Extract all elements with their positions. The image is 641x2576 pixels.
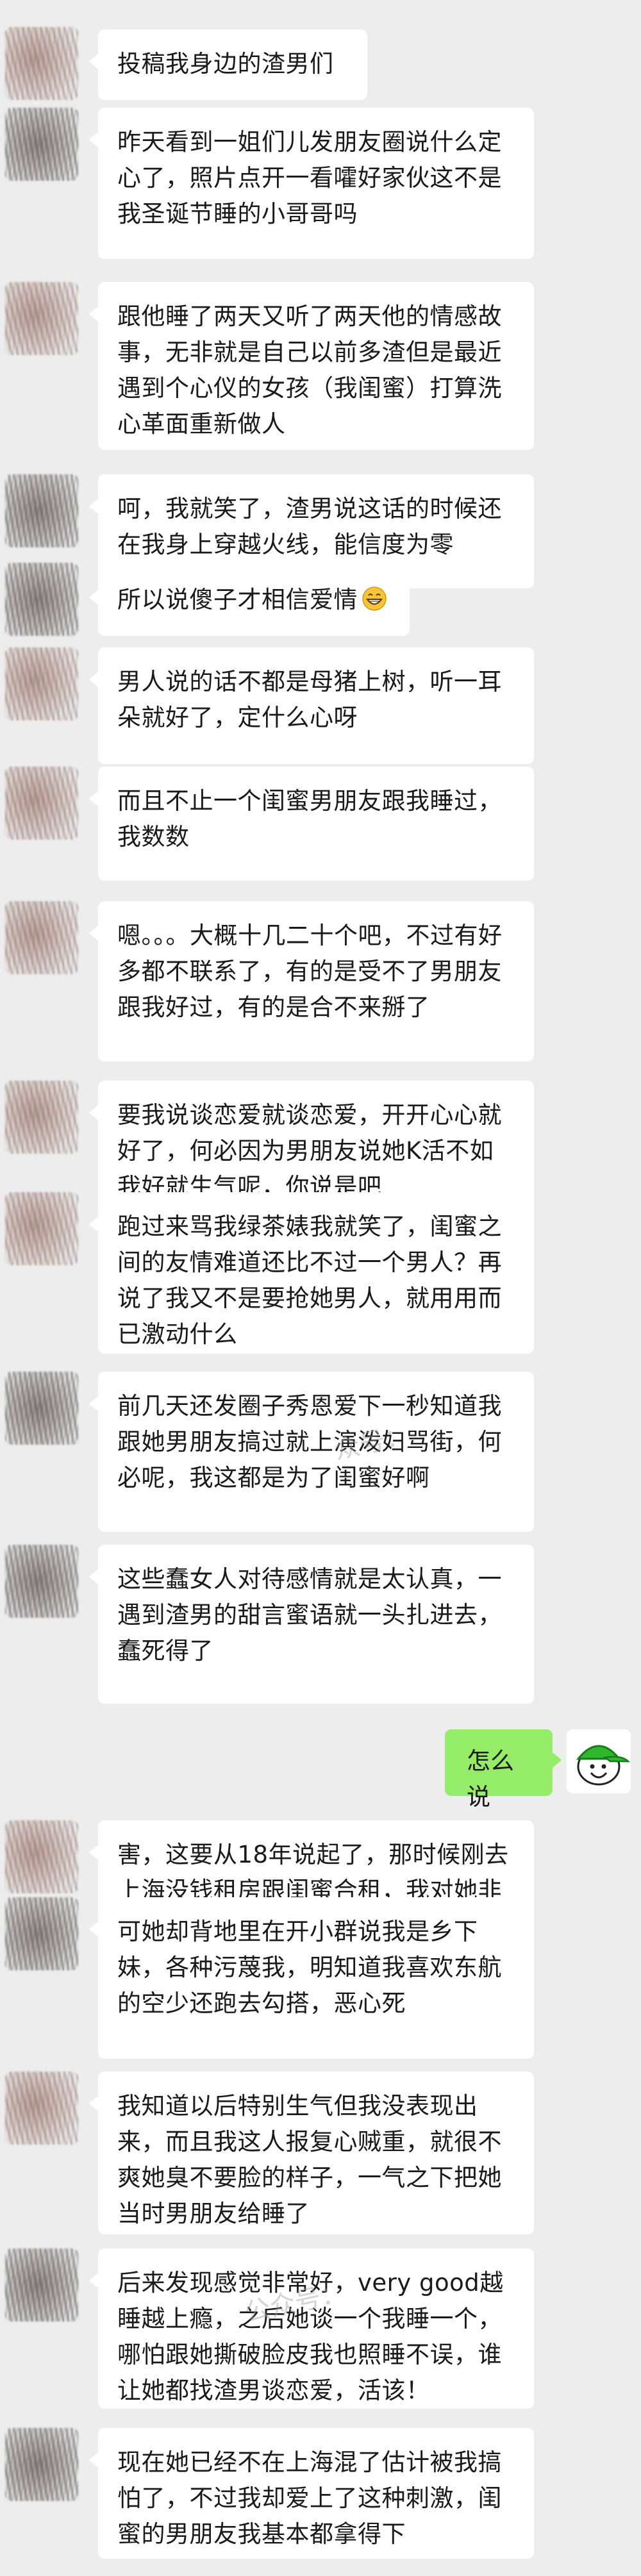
contact-avatar[interactable] — [5, 1545, 78, 1618]
message-bubble[interactable]: 后来发现感觉非常好，very good越睡越上瘾，之后她谈一个我睡一个，哪怕跟她… — [89, 2248, 534, 2409]
message-text: 跑过来骂我绿茶婊我就笑了，闺蜜之间的友情难道还比不过一个男人？再说了我又不是要抢… — [117, 1213, 502, 1348]
message-bubble[interactable]: 现在她已经不在上海混了估计被我搞怕了，不过我却爱上了这种刺激，闺蜜的男朋友我基本… — [89, 2428, 534, 2559]
contact-avatar[interactable] — [5, 1081, 78, 1154]
message-text: 昨天看到一姐们儿发朋友圈说什么定心了，照片点开一看嚯好家伙这不是我圣诞节睡的小哥… — [117, 128, 502, 228]
message-text: 要我说谈恋爱就谈恋爱，开开心心就好了，何必因为男朋友说她K活不如我好就生气呢，你… — [117, 1101, 502, 1201]
self-avatar[interactable] — [567, 1729, 631, 1793]
message-bubble[interactable]: 嗯。。。大概十几二十个吧，不过有好多都不联系了，有的是受不了男朋友跟我好过，有的… — [89, 901, 534, 1061]
message-text: 所以说傻子才相信爱情 — [117, 586, 358, 613]
contact-avatar[interactable] — [5, 2072, 78, 2145]
contact-avatar[interactable] — [5, 474, 78, 547]
message-bubble[interactable]: 我知道以后特别生气但我没表现出来，而且我这人报复心贼重，就很不爽她臭不要脸的样子… — [89, 2072, 534, 2234]
message-bubble[interactable]: 投稿我身边的渣男们 — [89, 29, 367, 100]
message-text: 这些蠢女人对待感情就是太认真，一遇到渣男的甜言蜜语就一头扎进去，蠢死得了 — [117, 1565, 502, 1665]
message-text: 可她却背地里在开小群说我是乡下妹，各种污蔑我，明知道我喜欢东航的空少还跑去勾搭，… — [117, 1918, 502, 2017]
message-bubble[interactable]: 前几天还发圈子秀恩爱下一秒知道我跟她男朋友搞过就上演泼妇骂街，何必呢，我这都是为… — [89, 1372, 534, 1532]
message-text: 我知道以后特别生气但我没表现出来，而且我这人报复心贼重，就很不爽她臭不要脸的样子… — [117, 2092, 502, 2227]
contact-avatar[interactable] — [5, 2248, 78, 2322]
contact-avatar[interactable] — [5, 1820, 78, 1893]
message-text: 嗯。。。大概十几二十个吧，不过有好多都不联系了，有的是受不了男朋友跟我好过，有的… — [117, 922, 503, 1021]
message-text: 跟他睡了两天又听了两天他的情感故事，无非就是自己以前多渣但是最近遇到个心仪的女孩… — [117, 303, 502, 438]
message-bubble[interactable]: 昨天看到一姐们儿发朋友圈说什么定心了，照片点开一看嚯好家伙这不是我圣诞节睡的小哥… — [89, 108, 534, 259]
contact-avatar[interactable] — [5, 1192, 78, 1265]
message-bubble[interactable]: 男人说的话不都是母猪上树，听一耳朵就好了，定什么心呀 — [89, 647, 534, 764]
message-text: 前几天还发圈子秀恩爱下一秒知道我跟她男朋友搞过就上演泼妇骂街，何必呢，我这都是为… — [117, 1392, 502, 1492]
message-text: 后来发现感觉非常好，very good越睡越上瘾，之后她谈一个我睡一个，哪怕跟她… — [117, 2269, 504, 2404]
message-bubble[interactable]: 跟他睡了两天又听了两天他的情感故事，无非就是自己以前多渣但是最近遇到个心仪的女孩… — [89, 282, 534, 450]
message-bubble[interactable]: 跑过来骂我绿茶婊我就笑了，闺蜜之间的友情难道还比不过一个男人？再说了我又不是要抢… — [89, 1192, 534, 1354]
message-text: 男人说的话不都是母猪上树，听一耳朵就好了，定什么心呀 — [117, 668, 502, 731]
message-bubble[interactable]: 而且不止一个闺蜜男朋友跟我睡过，我数数 — [89, 767, 534, 881]
contact-avatar[interactable] — [5, 2428, 78, 2501]
contact-avatar[interactable] — [5, 767, 78, 840]
contact-avatar[interactable] — [5, 901, 78, 974]
message-text: 现在她已经不在上海混了估计被我搞怕了，不过我却爱上了这种刺激，闺蜜的男朋友我基本… — [117, 2448, 502, 2548]
contact-avatar[interactable] — [5, 563, 78, 636]
contact-avatar[interactable] — [5, 1372, 78, 1445]
contact-avatar[interactable] — [5, 282, 78, 355]
contact-avatar[interactable] — [5, 1897, 78, 1970]
green-cap-cartoon-avatar-icon — [567, 1729, 631, 1793]
contact-avatar[interactable] — [5, 27, 78, 100]
message-text: 投稿我身边的渣男们 — [117, 50, 334, 78]
message-bubble[interactable]: 所以说傻子才相信爱情 — [89, 565, 410, 636]
message-bubble[interactable]: 这些蠢女人对待感情就是太认真，一遇到渣男的甜言蜜语就一头扎进去，蠢死得了 — [89, 1545, 534, 1704]
message-text: 呵，我就笑了，渣男说这话的时候还在我身上穿越火线，能信度为零 — [117, 495, 502, 558]
grinning-face-emoji-icon — [362, 586, 387, 611]
contact-avatar[interactable] — [5, 647, 78, 720]
chat-window: 投稿我身边的渣男们 昨天看到一姐们儿发朋友圈说什么定心了，照片点开一看嚯好家伙这… — [0, 0, 641, 2576]
message-bubble[interactable]: 可她却背地里在开小群说我是乡下妹，各种污蔑我，明知道我喜欢东航的空少还跑去勾搭，… — [89, 1897, 534, 2059]
self-message-bubble[interactable]: 怎么说 — [445, 1729, 562, 1811]
message-text: 而且不止一个闺蜜男朋友跟我睡过，我数数 — [117, 787, 502, 851]
contact-avatar[interactable] — [5, 108, 78, 181]
message-text: 怎么说 — [467, 1747, 514, 1811]
